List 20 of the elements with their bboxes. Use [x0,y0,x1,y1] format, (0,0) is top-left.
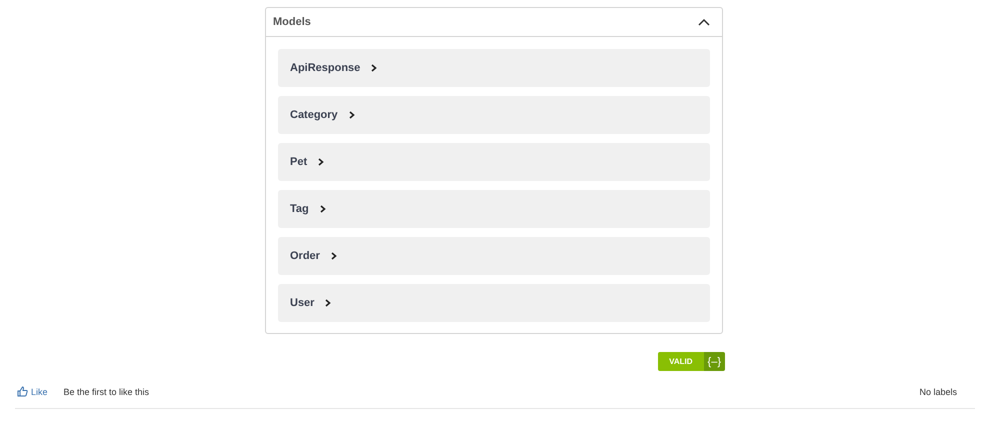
labels-text: No labels [919,386,957,396]
like-summary: Be the first to like this [64,386,150,396]
model-item[interactable]: Tag [278,190,710,228]
validator-symbol: {–} [704,352,725,371]
model-name: User [290,297,314,309]
model-item[interactable]: Pet [278,143,710,181]
collapse-chevron-icon[interactable] [698,18,710,26]
like-link[interactable]: Like [17,386,48,397]
model-name: Tag [290,203,309,215]
model-name: Order [290,250,320,262]
model-item[interactable]: User [278,284,710,322]
model-name: Pet [290,156,308,168]
panel-title: Models [273,16,311,28]
model-item[interactable]: ApiResponse [278,49,710,87]
model-item[interactable]: Order [278,237,710,275]
validity-status: VALID [658,352,704,371]
model-name: ApiResponse [290,62,360,74]
thumbs-up-icon [17,386,28,397]
model-name: Category [290,109,338,121]
model-item[interactable]: Category [278,96,710,134]
